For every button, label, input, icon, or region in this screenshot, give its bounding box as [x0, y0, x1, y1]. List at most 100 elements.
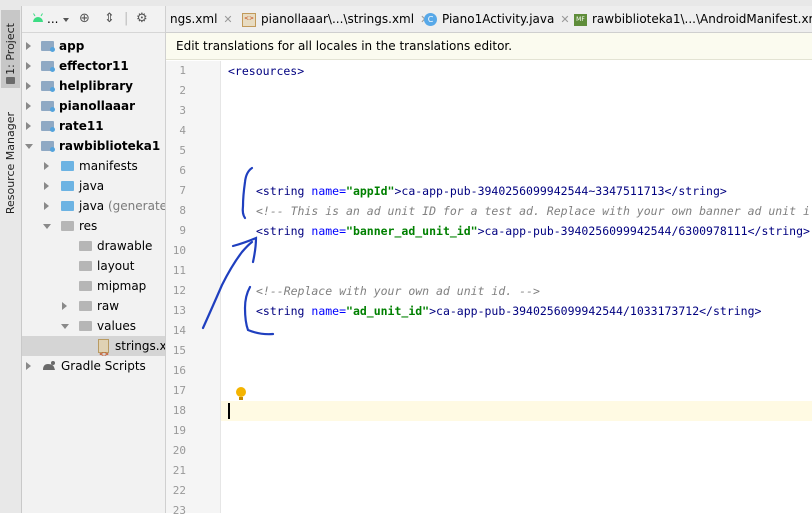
line-number: 19	[172, 424, 186, 437]
project-panel: ... ⊕ ⇕ | ⚙ app effector11 helplibrary p…	[22, 6, 166, 513]
collapse-arrow-icon[interactable]	[43, 224, 51, 229]
tab-strings-xml-partial[interactable]: ngs.xml ✕	[170, 6, 233, 32]
translations-editor-banner: Edit translations for all locales in the…	[166, 33, 812, 60]
line-number: 20	[172, 444, 186, 457]
module-folder-icon	[41, 81, 55, 92]
line-number: 6	[179, 164, 186, 177]
tab-piano1activity[interactable]: C Piano1Activity.java ✕	[424, 6, 570, 32]
line-number: 1	[179, 64, 186, 77]
current-line-highlight	[221, 401, 812, 421]
android-icon[interactable]	[32, 13, 44, 23]
module-folder-icon	[41, 41, 55, 52]
expand-arrow-icon[interactable]	[26, 62, 31, 70]
tree-item-java-generated[interactable]: java (generated)	[22, 196, 165, 216]
tree-item-values[interactable]: values	[22, 316, 165, 336]
manifest-file-icon: MF	[574, 13, 587, 26]
line-number-gutter: 1 2 3 4 5 6 7 8 9 10 11 12 13 14 15 16 1…	[166, 61, 221, 517]
res-folder-icon	[61, 221, 74, 231]
line-number: 18	[172, 404, 186, 417]
xml-file-icon: <>	[242, 12, 256, 27]
tree-item-label: rawbiblioteka1	[59, 139, 161, 153]
expand-arrow-icon[interactable]	[26, 102, 31, 110]
tree-item-suffix: (generated)	[107, 199, 165, 213]
gear-icon[interactable]: ⚙	[136, 11, 148, 26]
tab-android-manifest[interactable]: MF rawbiblioteka1\...\AndroidManifest.xml	[574, 6, 812, 32]
collapse-all-icon[interactable]: ⇕	[104, 11, 115, 26]
tree-item-res[interactable]: res	[22, 216, 165, 236]
resource-manager-label: Resource Manager	[4, 111, 17, 215]
tree-item-raw[interactable]: raw	[22, 296, 165, 316]
code-line-8: <!-- This is an ad unit ID for a test ad…	[256, 204, 810, 218]
tree-item-helplibrary[interactable]: helplibrary	[22, 76, 165, 96]
tree-item-manifests[interactable]: manifests	[22, 156, 165, 176]
tree-item-strings-xml[interactable]: strings.xml	[22, 336, 166, 365]
line-number: 23	[172, 504, 186, 517]
folder-icon	[6, 77, 15, 84]
tree-item-pianollaaar[interactable]: pianollaaar	[22, 96, 165, 116]
tree-item-gradle-scripts[interactable]: Gradle Scripts	[22, 356, 165, 376]
folder-icon	[61, 181, 74, 191]
close-icon[interactable]: ✕	[223, 13, 232, 26]
tree-item-label: java	[79, 199, 105, 213]
collapse-arrow-icon[interactable]	[61, 324, 69, 329]
expand-arrow-icon[interactable]	[62, 302, 67, 310]
line-number: 10	[172, 244, 186, 257]
tree-item-label: mipmap	[97, 279, 147, 293]
tree-item-label: Gradle Scripts	[61, 359, 146, 373]
collapse-arrow-icon[interactable]	[25, 144, 33, 149]
tree-item-rate11[interactable]: rate11	[22, 116, 165, 136]
line-number: 21	[172, 464, 186, 477]
project-tool-label: 1: Project	[4, 23, 17, 75]
locate-icon[interactable]: ⊕	[79, 11, 90, 26]
tab-label: rawbiblioteka1\...\AndroidManifest.xml	[592, 12, 812, 26]
line-number: 22	[172, 484, 186, 497]
expand-arrow-icon[interactable]	[26, 82, 31, 90]
tree-item-rawbiblioteka1[interactable]: rawbiblioteka1	[22, 136, 165, 156]
line-number: 17	[172, 384, 186, 397]
tree-item-mipmap[interactable]: mipmap	[22, 276, 165, 296]
folder-icon	[79, 281, 92, 291]
line-number: 16	[172, 364, 186, 377]
tree-item-label: app	[59, 39, 85, 53]
tree-item-label: res	[79, 219, 98, 233]
folder-icon	[61, 161, 74, 171]
tree-item-label: values	[97, 319, 137, 333]
line-number: 15	[172, 344, 186, 357]
line-number: 12	[172, 284, 186, 297]
line-number: 8	[179, 204, 186, 217]
expand-arrow-icon[interactable]	[26, 42, 31, 50]
expand-arrow-icon[interactable]	[44, 162, 49, 170]
expand-arrow-icon[interactable]	[26, 362, 31, 370]
tree-item-label: helplibrary	[59, 79, 133, 93]
lightbulb-icon[interactable]	[236, 387, 246, 400]
code-editor[interactable]: <resources> <string name="appId">ca-app-…	[221, 61, 812, 513]
tree-item-java[interactable]: java	[22, 176, 165, 196]
tree-item-app[interactable]: app	[22, 36, 165, 56]
separator: |	[124, 11, 129, 26]
tree-item-label: manifests	[79, 159, 138, 173]
tree-item-effector11[interactable]: effector11	[22, 56, 165, 76]
tab-label: ngs.xml	[170, 12, 218, 26]
expand-arrow-icon[interactable]	[44, 202, 49, 210]
close-icon[interactable]: ✕	[560, 13, 569, 26]
code-line-1: <resources>	[228, 64, 305, 78]
resource-manager-tab[interactable]: Resource Manager	[1, 104, 20, 222]
tab-label: Piano1Activity.java	[442, 12, 555, 26]
line-number: 9	[179, 224, 186, 237]
expand-arrow-icon[interactable]	[26, 122, 31, 130]
editor-tabs: ngs.xml✕ <>pianollaaar\...\strings.xml✕ …	[166, 6, 812, 33]
tree-item-drawable[interactable]: drawable	[22, 236, 165, 256]
tree-item-label: strings.xml	[115, 339, 166, 353]
project-view-selector[interactable]: ...	[47, 12, 58, 26]
tool-window-strip: 1: Project Resource Manager	[0, 6, 22, 513]
tree-item-label: effector11	[59, 59, 129, 73]
line-number: 3	[179, 104, 186, 117]
chevron-down-icon[interactable]	[63, 18, 69, 22]
xml-file-icon	[98, 339, 109, 365]
project-tool-tab[interactable]: 1: Project	[1, 10, 20, 88]
tab-pianollaaar-strings[interactable]: <>pianollaaar\...\strings.xml✕	[242, 6, 429, 32]
module-folder-icon	[41, 121, 55, 132]
expand-arrow-icon[interactable]	[44, 182, 49, 190]
code-line-9: <string name="banner_ad_unit_id">ca-app-…	[256, 224, 810, 238]
tree-item-layout[interactable]: layout	[22, 256, 165, 276]
